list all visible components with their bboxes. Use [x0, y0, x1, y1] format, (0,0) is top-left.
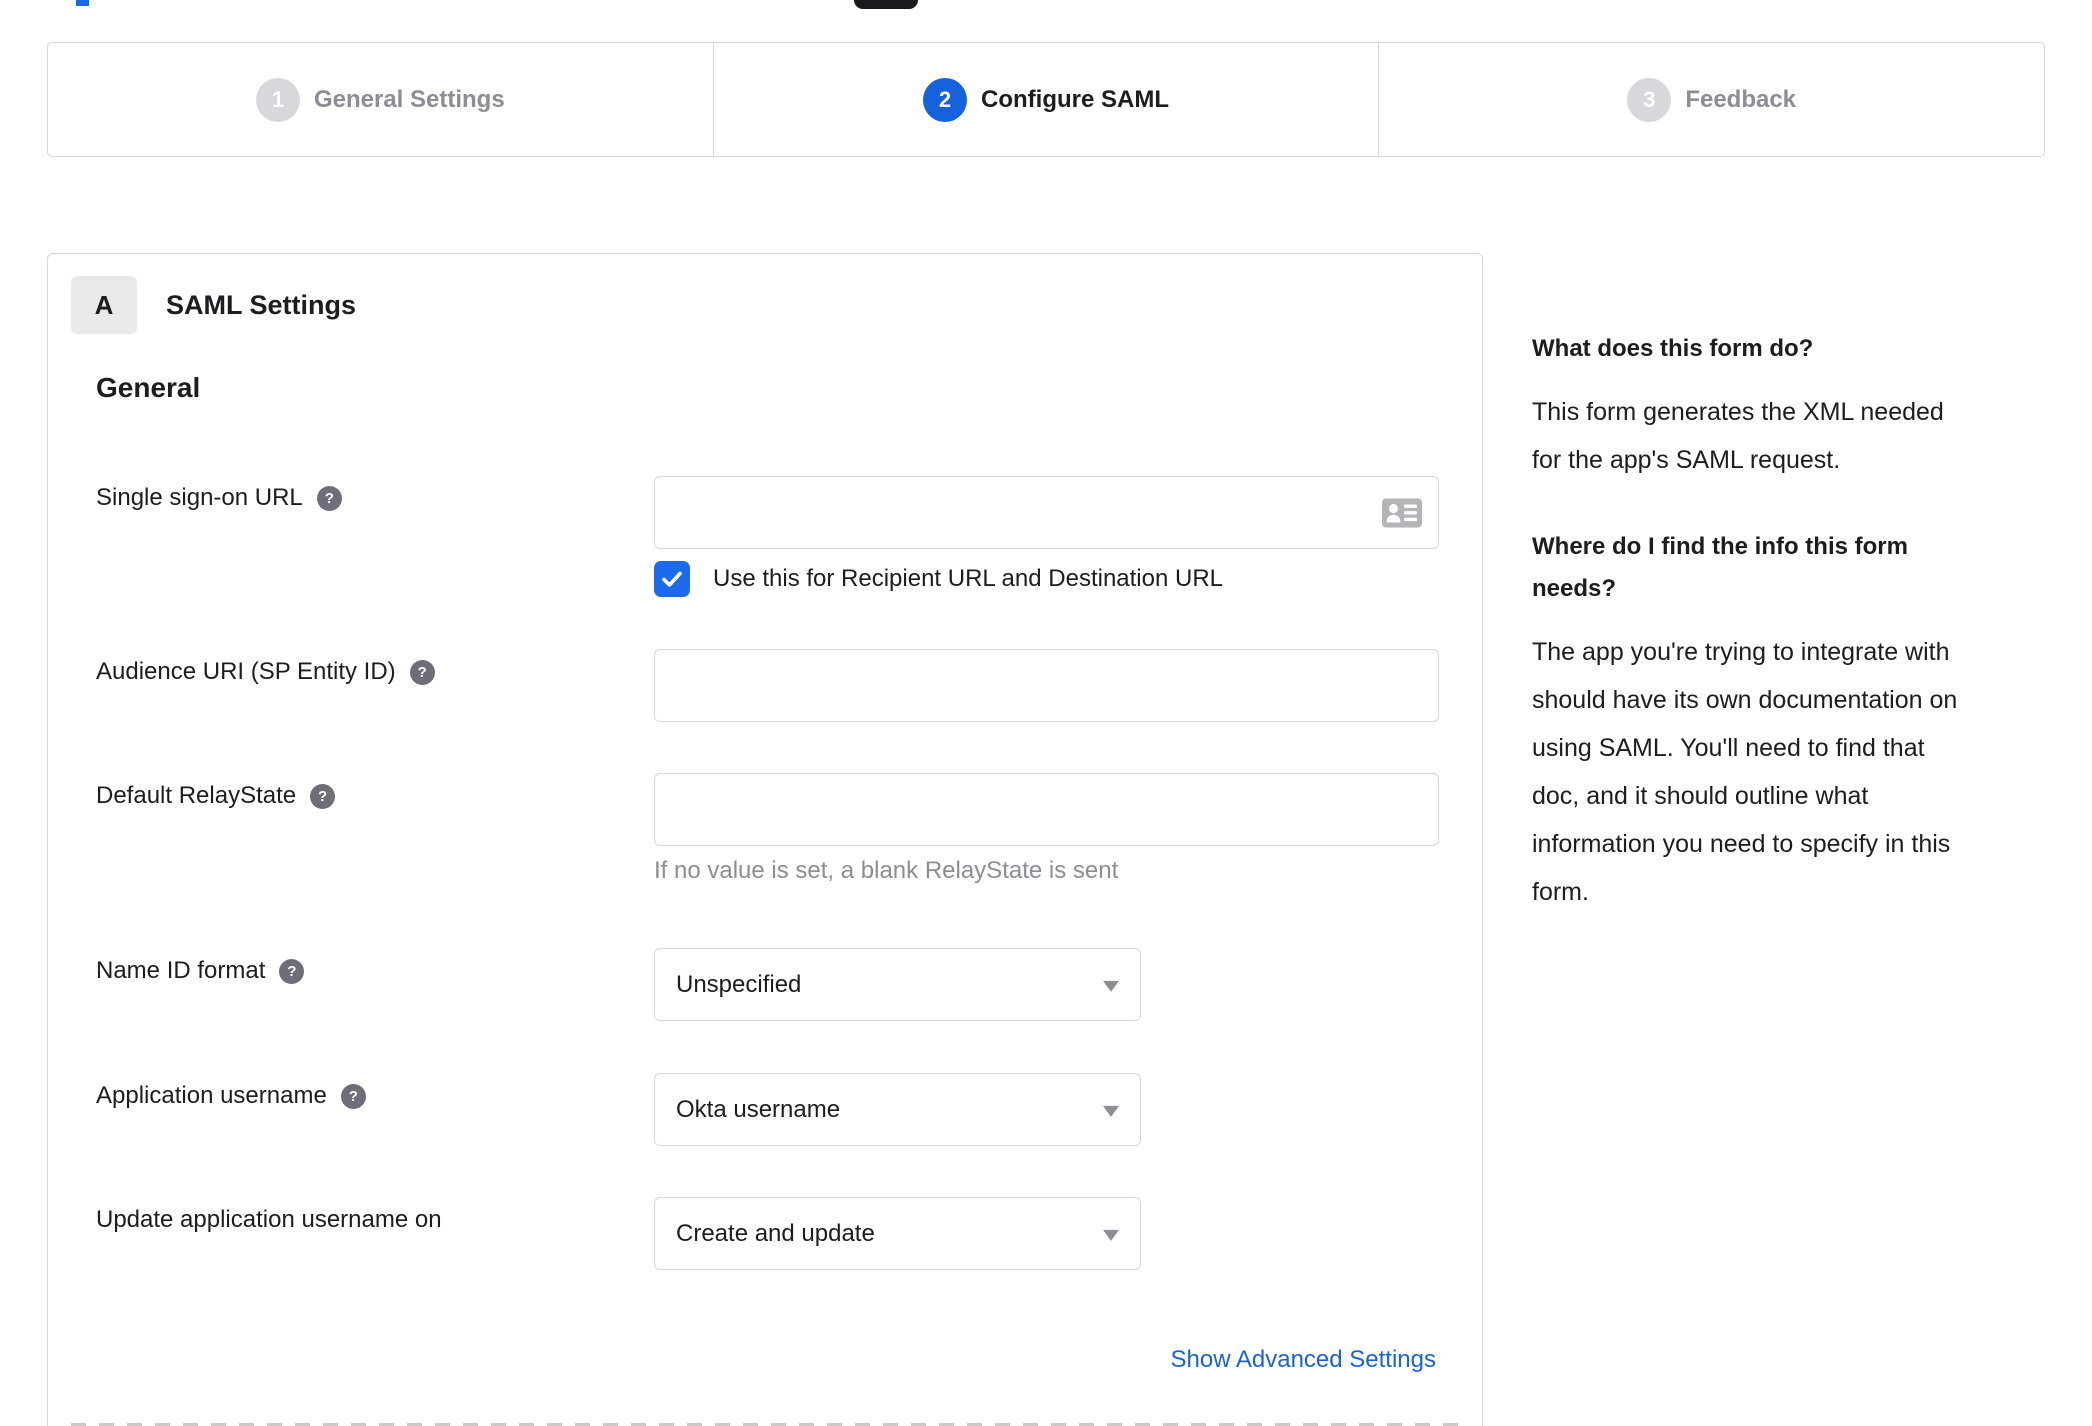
help-icon[interactable]: ? — [279, 959, 305, 984]
help-answer-2: The app you're trying to integrate with … — [1532, 638, 1958, 906]
step-1-label: General Settings — [313, 85, 505, 113]
step-3-number-badge: 3 — [1627, 77, 1672, 122]
single-sign-on-url-input[interactable] — [654, 476, 1439, 549]
step-2-number-badge: 2 — [923, 77, 968, 122]
step-1-number-badge: 1 — [255, 77, 300, 122]
general-section-heading: General — [96, 372, 201, 403]
single-sign-on-url-label: Single sign-on URL? — [96, 482, 342, 514]
default-relaystate-input[interactable] — [654, 773, 1439, 846]
help-question-1: What does this form do? — [1532, 335, 1814, 362]
saml-settings-panel: A SAML Settings General Single sign-on U… — [47, 253, 1483, 1426]
step-2-label: Configure SAML — [981, 85, 1169, 113]
help-answer-1: This form generates the XML needed for t… — [1532, 398, 1944, 474]
clipped-header-element — [854, 0, 918, 9]
chevron-down-icon — [1103, 980, 1119, 992]
checkmark-icon — [662, 571, 682, 587]
help-icon[interactable]: ? — [310, 784, 336, 809]
update-app-username-label: Update application username on — [96, 1206, 442, 1233]
default-relaystate-label: Default RelayState? — [96, 780, 336, 812]
application-username-label: Application username? — [96, 1080, 366, 1112]
update-app-username-value: Create and update — [676, 1219, 875, 1247]
section-a-badge: A — [71, 276, 137, 334]
step-configure-saml[interactable]: 2 Configure SAML — [712, 43, 1379, 156]
recipient-url-checkbox-row: Use this for Recipient URL and Destinati… — [654, 561, 1223, 597]
application-username-value: Okta username — [676, 1095, 841, 1123]
show-advanced-settings-link[interactable]: Show Advanced Settings — [1170, 1346, 1436, 1374]
name-id-format-value: Unspecified — [676, 970, 802, 998]
update-app-username-select[interactable]: Create and update — [654, 1197, 1141, 1270]
help-icon[interactable]: ? — [409, 660, 435, 685]
chevron-down-icon — [1103, 1105, 1119, 1117]
audience-uri-label: Audience URI (SP Entity ID)? — [96, 656, 435, 688]
help-icon[interactable]: ? — [316, 486, 342, 511]
help-question-2: Where do I find the info this form needs… — [1532, 533, 1908, 602]
audience-uri-input[interactable] — [654, 649, 1439, 722]
step-3-label: Feedback — [1685, 85, 1797, 113]
help-icon[interactable]: ? — [340, 1084, 366, 1109]
help-sidebar: What does this form do? This form genera… — [1532, 253, 2032, 916]
wizard-stepper: 1 General Settings 2 Configure SAML 3 Fe… — [47, 42, 2045, 157]
single-sign-on-url-field-wrap — [654, 476, 1439, 549]
step-feedback[interactable]: 3 Feedback — [1378, 43, 2044, 156]
relaystate-hint: If no value is set, a blank RelayState i… — [654, 857, 1119, 884]
name-id-format-select[interactable]: Unspecified — [654, 948, 1141, 1021]
chevron-down-icon — [1103, 1229, 1119, 1241]
panel-header: A SAML Settings — [71, 276, 356, 334]
name-id-format-label: Name ID format? — [96, 955, 305, 987]
step-general-settings[interactable]: 1 General Settings — [48, 43, 713, 156]
clipped-blue-tab-indicator — [76, 0, 89, 6]
panel-title: SAML Settings — [166, 289, 357, 320]
recipient-url-checkbox[interactable] — [654, 561, 690, 597]
recipient-url-checkbox-label: Use this for Recipient URL and Destinati… — [713, 565, 1224, 592]
application-username-select[interactable]: Okta username — [654, 1073, 1141, 1146]
